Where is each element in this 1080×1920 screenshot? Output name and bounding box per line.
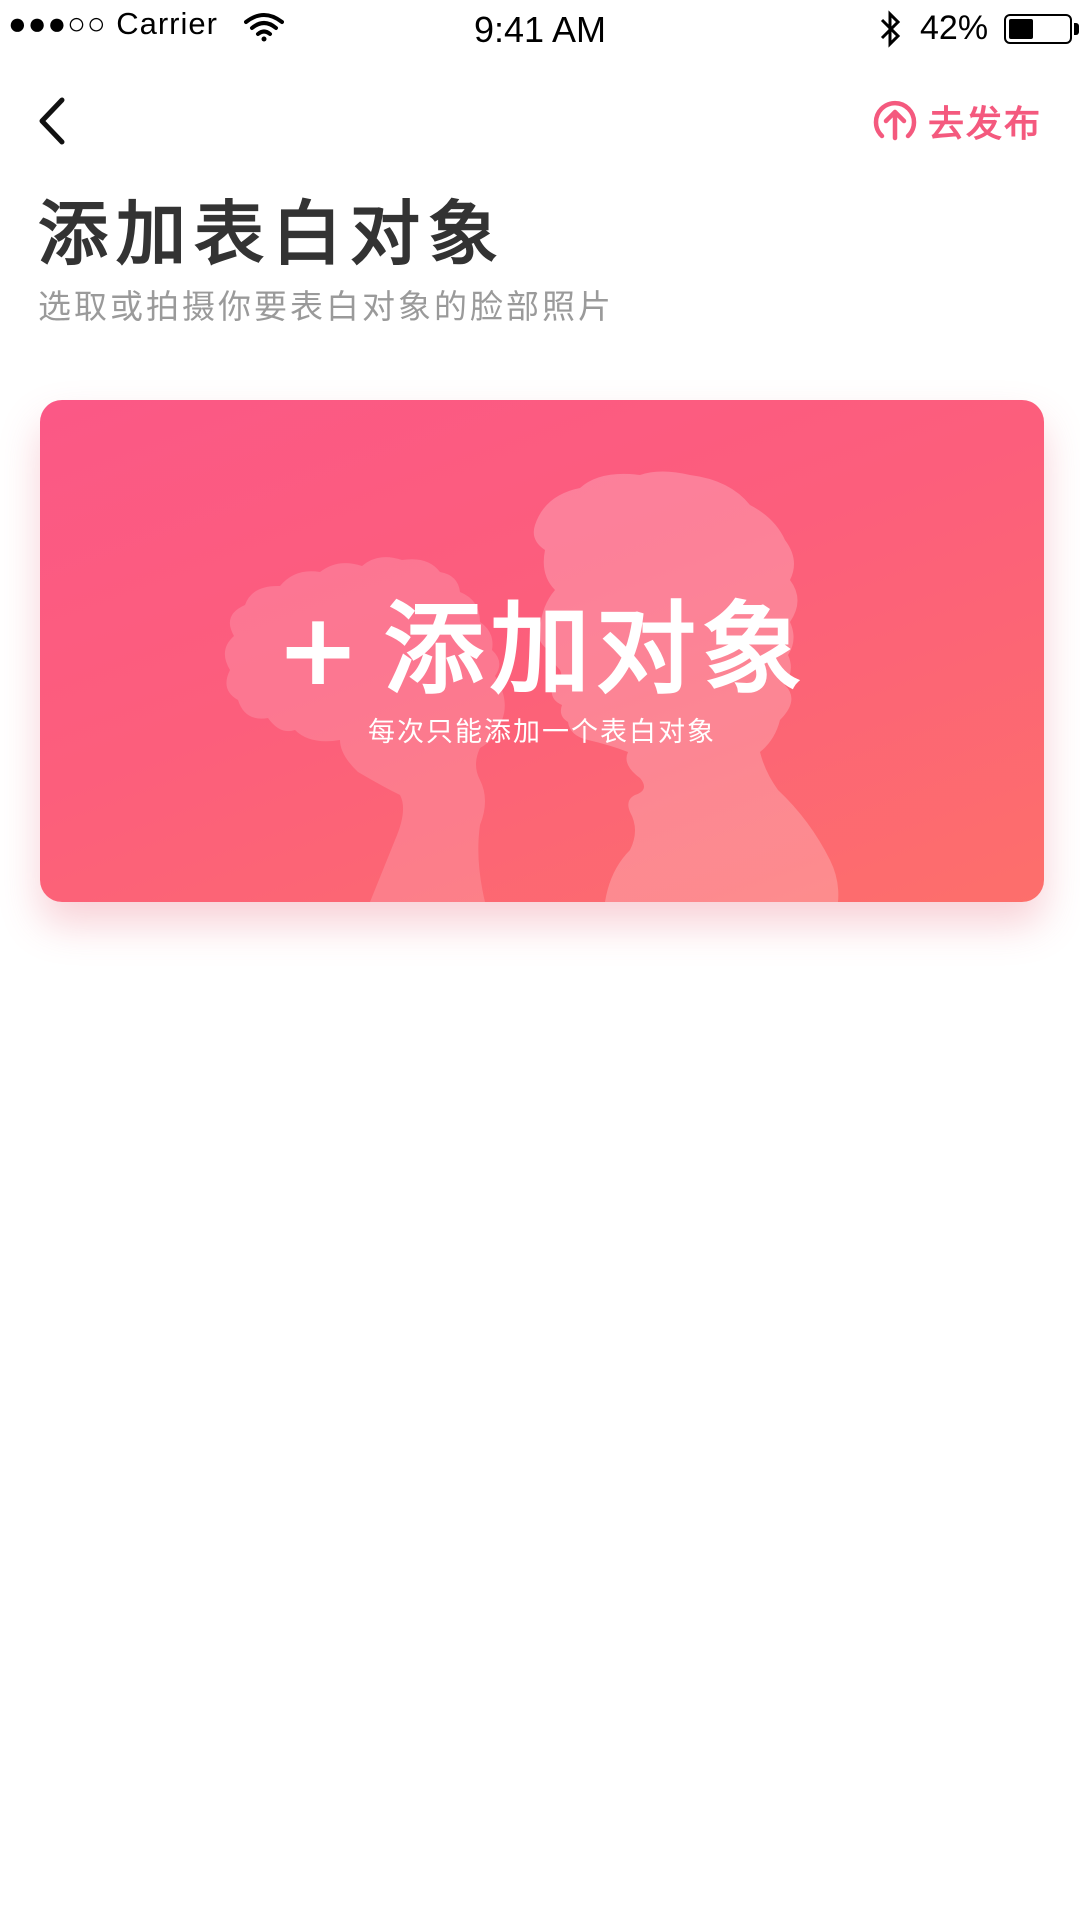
battery-percent: 42% [920,9,989,47]
page-subtitle: 选取或拍摄你要表白对象的脸部照片 [38,287,614,326]
battery-tip [1074,23,1079,35]
publish-label: 去发布 [927,104,1042,145]
back-button[interactable] [30,92,80,150]
upload-circle-icon [873,100,917,141]
bluetooth-icon [880,10,901,48]
chevron-left-icon [39,97,65,145]
clock: 9:41 AM [473,9,607,50]
page-title: 添加表白对象 [38,193,506,275]
status-bar: ●●●○○ Carrier 9:41 AM 42% [0,0,1080,60]
publish-button[interactable]: 去发布 [872,96,1042,146]
add-target-label: 添加对象 [383,591,808,708]
battery-level-fill [1009,19,1033,39]
page: ●●●○○ Carrier 9:41 AM 42% 去发布 添加表白对象 选取或… [0,0,1080,1920]
add-target-card[interactable]: + 添加对象 每次只能添加一个表白对象 [40,400,1044,902]
add-target-title: + 添加对象 [40,568,1044,713]
battery-icon [1004,14,1072,44]
add-target-hint: 每次只能添加一个表白对象 [368,717,716,748]
plus-icon: + [276,591,366,708]
